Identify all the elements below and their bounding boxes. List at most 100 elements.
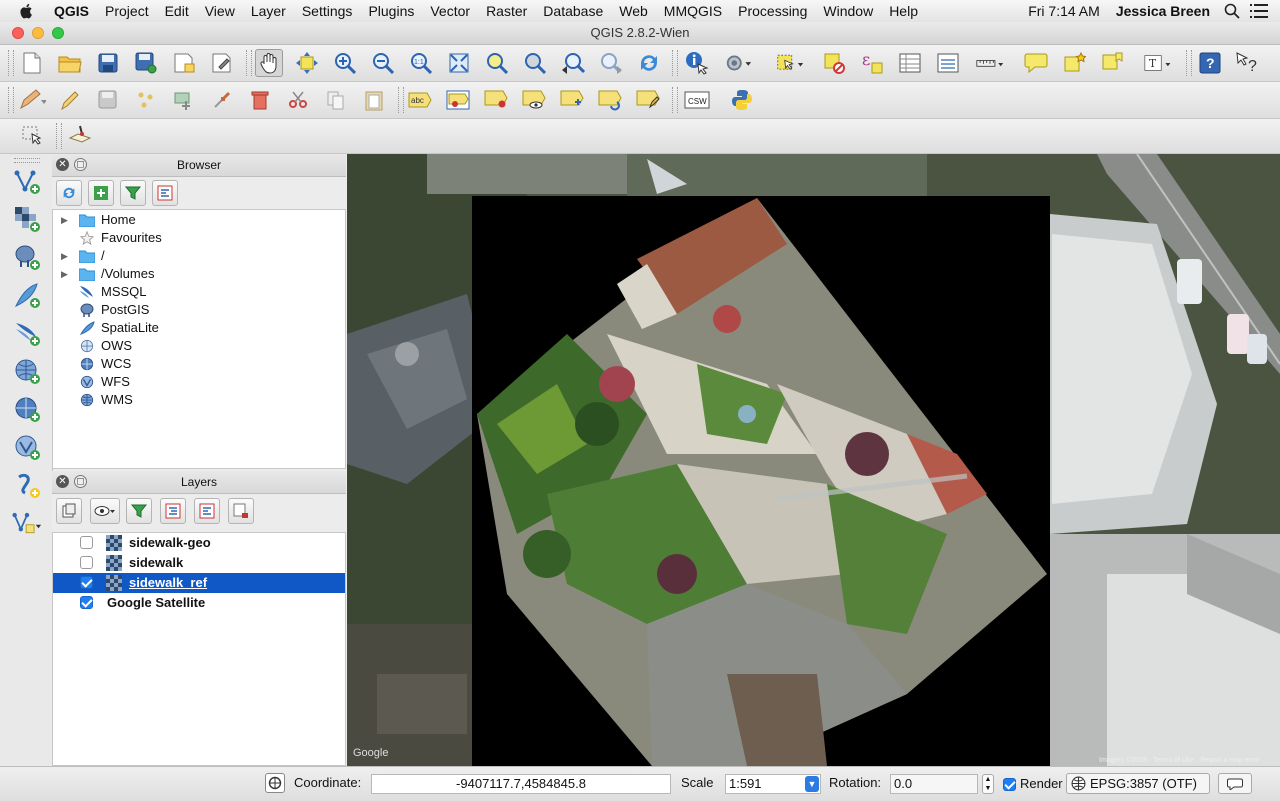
menu-database[interactable]: Database — [535, 3, 611, 19]
menu-help[interactable]: Help — [881, 3, 926, 19]
browser-item-wms[interactable]: WMS — [53, 391, 345, 409]
zoom-in-icon[interactable] — [331, 49, 359, 77]
move-feature-icon[interactable] — [170, 86, 198, 114]
georeferencer-select-icon[interactable] — [18, 122, 46, 150]
filter-icon[interactable] — [126, 498, 152, 524]
toggle-editing-icon[interactable] — [56, 86, 84, 114]
layer-row-google-satellite[interactable]: Google Satellite — [53, 593, 345, 613]
python-console-icon[interactable] — [728, 86, 756, 114]
browser-item-wcs[interactable]: WCS — [53, 355, 345, 373]
run-action-icon[interactable] — [724, 49, 752, 77]
zoom-actual-size-icon[interactable]: 1:1 — [407, 49, 435, 77]
menu-web[interactable]: Web — [611, 3, 656, 19]
add-mssql-layer-icon[interactable] — [12, 318, 42, 348]
print-composer-icon[interactable] — [170, 49, 198, 77]
add-raster-layer-icon[interactable] — [12, 204, 42, 234]
zoom-last-icon[interactable] — [559, 49, 587, 77]
zoom-to-layer-icon[interactable] — [521, 49, 549, 77]
menu-project[interactable]: Project — [97, 3, 157, 19]
expand-arrow-icon[interactable]: ▶ — [61, 247, 68, 265]
pan-to-selection-icon[interactable] — [293, 49, 321, 77]
layer-visibility-checkbox[interactable] — [80, 576, 93, 589]
refresh-icon[interactable] — [635, 49, 663, 77]
pin-labels-icon[interactable] — [482, 86, 510, 114]
browser-item-volumes[interactable]: ▶ /Volumes — [53, 265, 345, 283]
layer-row-sidewalk-ref[interactable]: sidewalk_ref — [53, 573, 345, 593]
toolbar-grip[interactable] — [672, 50, 678, 76]
zoom-out-icon[interactable] — [369, 49, 397, 77]
apple-icon[interactable] — [18, 3, 36, 19]
rotate-label-icon[interactable] — [596, 86, 624, 114]
delete-selected-icon[interactable] — [246, 86, 274, 114]
menu-window[interactable]: Window — [815, 3, 881, 19]
layer-labeling-icon[interactable] — [444, 86, 472, 114]
menu-raster[interactable]: Raster — [478, 3, 535, 19]
list-icon[interactable] — [1250, 4, 1268, 18]
toolbar-grip[interactable] — [14, 158, 40, 163]
add-feature-icon[interactable] — [132, 86, 160, 114]
add-vector-layer-icon[interactable] — [12, 166, 42, 196]
csw-icon[interactable]: CSW — [683, 86, 711, 114]
save-layer-edits-icon[interactable] — [94, 86, 122, 114]
new-shapefile-layer-icon[interactable] — [12, 470, 42, 500]
pan-map-icon[interactable] — [255, 49, 283, 77]
close-panel-button[interactable]: ✕ — [56, 475, 69, 488]
scale-combobox[interactable]: 1:591 ▼ — [725, 774, 821, 794]
menu-settings[interactable]: Settings — [294, 3, 361, 19]
copy-features-icon[interactable] — [322, 86, 350, 114]
identify-features-icon[interactable] — [683, 49, 711, 77]
crs-status-button[interactable]: EPSG:3857 (OTF) — [1066, 773, 1210, 794]
add-group-icon[interactable] — [56, 498, 82, 524]
collapse-all-icon[interactable] — [152, 180, 178, 206]
layer-row-sidewalk-geo[interactable]: sidewalk-geo — [53, 533, 345, 553]
layer-visibility-checkbox[interactable] — [80, 596, 93, 609]
whats-this-icon[interactable]: ? — [1234, 49, 1262, 77]
measure-line-icon[interactable] — [976, 49, 1004, 77]
add-wcs-layer-icon[interactable] — [12, 394, 42, 424]
zoom-next-icon[interactable] — [597, 49, 625, 77]
new-bookmark-icon[interactable] — [1060, 49, 1088, 77]
expand-all-icon[interactable] — [160, 498, 186, 524]
toolbar-grip[interactable] — [1186, 50, 1192, 76]
statistical-summary-icon[interactable] — [934, 49, 962, 77]
browser-item-wfs[interactable]: WFS — [53, 373, 345, 391]
close-panel-button[interactable]: ✕ — [56, 158, 69, 171]
open-project-icon[interactable] — [56, 49, 84, 77]
filter-icon[interactable] — [120, 180, 146, 206]
text-annotation-icon[interactable]: T — [1144, 49, 1172, 77]
float-panel-button[interactable]: ◻ — [74, 475, 87, 488]
toolbar-grip[interactable] — [56, 123, 62, 149]
browser-item-favourites[interactable]: Favourites — [53, 229, 345, 247]
change-label-icon[interactable] — [634, 86, 662, 114]
search-icon[interactable] — [1224, 3, 1240, 19]
add-wfs-layer-icon[interactable] — [12, 432, 42, 462]
remove-layer-icon[interactable] — [228, 498, 254, 524]
messages-button[interactable] — [1218, 773, 1252, 794]
new-spatialite-layer-icon[interactable] — [12, 508, 42, 538]
toolbar-grip[interactable] — [8, 87, 14, 113]
zoom-full-icon[interactable] — [445, 49, 473, 77]
toolbar-grip[interactable] — [8, 50, 14, 76]
node-tool-icon[interactable] — [208, 86, 236, 114]
expand-arrow-icon[interactable]: ▶ — [61, 265, 68, 283]
move-label-icon[interactable] — [558, 86, 586, 114]
menu-layer[interactable]: Layer — [243, 3, 294, 19]
digitize-tool-icon[interactable] — [66, 122, 94, 150]
cut-features-icon[interactable] — [284, 86, 312, 114]
add-postgis-layer-icon[interactable] — [12, 242, 42, 272]
menu-edit[interactable]: Edit — [157, 3, 197, 19]
toolbar-grip[interactable] — [398, 87, 404, 113]
new-project-icon[interactable] — [18, 49, 46, 77]
zoom-window-button[interactable] — [52, 27, 64, 39]
rotation-stepper[interactable]: ▲ ▼ — [982, 774, 994, 794]
label-icon[interactable]: abc — [406, 86, 434, 114]
refresh-icon[interactable] — [56, 180, 82, 206]
menubar-user[interactable]: Jessica Breen — [1108, 3, 1218, 19]
add-icon[interactable] — [88, 180, 114, 206]
show-bookmarks-icon[interactable] — [1098, 49, 1126, 77]
rotation-field[interactable]: 0.0 — [890, 774, 978, 794]
toggle-extents-mouse-icon[interactable] — [265, 773, 285, 793]
chevron-down-icon[interactable]: ▼ — [805, 776, 819, 792]
browser-item-postgis[interactable]: PostGIS — [53, 301, 345, 319]
deselect-all-icon[interactable] — [820, 49, 848, 77]
